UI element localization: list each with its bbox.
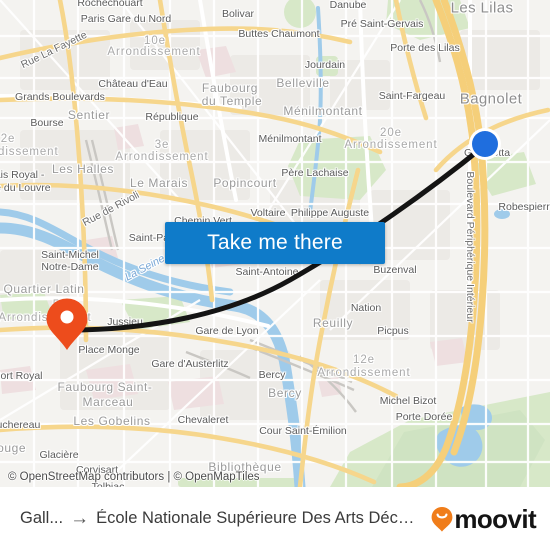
take-me-there-button[interactable]: Take me there — [165, 222, 385, 264]
route-summary[interactable]: Gall... → École Nationale Supérieure Des… — [20, 509, 421, 528]
origin-label: Gall... — [20, 509, 64, 527]
moovit-wordmark: moovit — [454, 503, 536, 534]
map-canvas[interactable]: Rochechouart Paris Gare du Nord Bolivar Dan… — [0, 0, 550, 487]
moovit-logo[interactable]: moovit — [431, 503, 537, 534]
arrow-right-icon: → — [70, 509, 90, 528]
moovit-map-screen: Rochechouart Paris Gare du Nord Bolivar Dan… — [0, 0, 550, 550]
attribution-text: © OpenStreetMap contributors | © OpenMap… — [8, 470, 260, 483]
map-attribution: © OpenStreetMap contributors | © OpenMap… — [0, 466, 260, 487]
destination-label: École Nationale Supérieure Des Arts Déco… — [96, 509, 422, 527]
moovit-pin-icon — [431, 506, 453, 532]
footer-bar: Gall... → École Nationale Supérieure Des… — [0, 487, 550, 550]
